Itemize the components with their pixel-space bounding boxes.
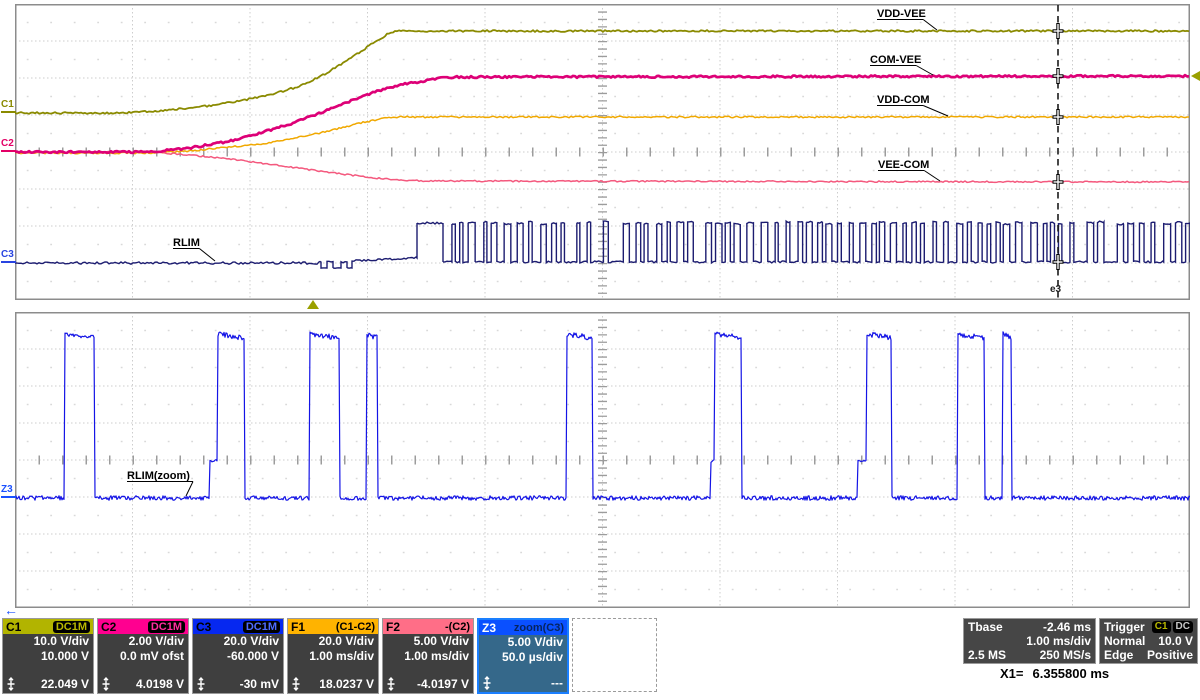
channel-coupling-tag: DC1M (148, 621, 185, 633)
trigger-title: Trigger (1104, 620, 1145, 634)
cursor-marker-icon (101, 677, 111, 691)
timebase-samples: 2.5 MS (968, 648, 1006, 662)
channel-name: C2 (101, 620, 116, 634)
channel-coupling-tag: (C1-C2) (336, 621, 375, 633)
channel-name: Z3 (482, 621, 496, 635)
cursor-x1-value: 6.355800 ms (1033, 666, 1110, 681)
empty-descriptor-slot[interactable] (572, 618, 657, 692)
cursor-marker-icon (6, 677, 16, 691)
channel-coupling-tag: DC1M (53, 621, 90, 633)
channel-box-header: C1 DC1M (3, 619, 93, 634)
channel-box-header: C3 DC1M (193, 619, 283, 634)
channel-box-f1[interactable]: F1 (C1-C2)20.0 V/div1.00 ms/div 18.0237 V (287, 618, 379, 694)
margin-label-text: Z3 (1, 484, 13, 495)
channel-name: F2 (386, 620, 400, 634)
timebase-title: Tbase (968, 620, 1003, 634)
channel-name: C3 (196, 620, 211, 634)
channel-box-header: F1 (C1-C2) (288, 619, 378, 634)
timebase-scale: 1.00 ms/div (1026, 634, 1091, 648)
channel-cursor-value: 4.0198 V (136, 677, 184, 691)
channel-setting-2: 10.000 V (3, 649, 93, 664)
trigger-box[interactable]: Trigger C1 DC Normal 10.0 V Edge Positiv… (1099, 618, 1198, 664)
channel-setting-2: 1.00 ms/div (383, 649, 473, 664)
channel-box-c2[interactable]: C2 DC1M2.00 V/div0.0 mV ofst 4.0198 V (97, 618, 189, 694)
channel-cursor-value: -4.0197 V (417, 677, 469, 691)
oscilloscope-screen: e3 VDD-VEE COM-VEE VDD-COM VEE-COM RLIM RLIM(… (0, 0, 1200, 700)
cursor-x1-label: X1= (1000, 666, 1024, 681)
channel-cursor-value: -30 mV (240, 677, 279, 691)
trigger-mode: Normal (1104, 634, 1145, 648)
margin-label-c2[interactable]: C2 (1, 139, 16, 152)
channel-setting-2: 0.0 mV ofst (98, 649, 188, 664)
trace-position-bar (1, 150, 16, 152)
channel-setting-1: 20.0 V/div (193, 634, 283, 649)
timebase-box[interactable]: Tbase -2.46 ms 1.00 ms/div 2.5 MS 250 MS… (963, 618, 1096, 664)
channel-box-header: Z3 zoom(C3) (479, 620, 567, 635)
channel-coupling-tag: -(C2) (445, 621, 470, 633)
bottom-graticule: RLIM(zoom) (15, 312, 1190, 608)
channel-box-f2[interactable]: F2 -(C2)5.00 V/div1.00 ms/div -4.0197 V (382, 618, 474, 694)
cursor-marker-icon (291, 677, 301, 691)
trigger-coupling-badge: DC (1173, 621, 1193, 633)
channel-cursor-row: --- (482, 676, 563, 690)
channel-cursor-value: --- (551, 676, 563, 690)
margin-label-text: C2 (1, 138, 14, 149)
cursor-marker-icon (386, 677, 396, 691)
cursor-x1-readout: X1= 6.355800 ms (1000, 666, 1109, 681)
channel-coupling-tag: DC1M (243, 621, 280, 633)
margin-label-c3[interactable]: C3 (1, 250, 16, 263)
margin-label-c1[interactable]: C1 (1, 100, 16, 113)
channel-box-c1[interactable]: C1 DC1M10.0 V/div10.000 V 22.049 V (2, 618, 94, 694)
cursor-marker-icon (482, 676, 492, 690)
timebase-rate: 250 MS/s (1040, 648, 1091, 662)
trace-position-bar (1, 111, 16, 113)
trace-label-vdd-vee: VDD-VEE (877, 8, 926, 20)
channel-setting-2: 50.0 µs/div (479, 650, 567, 665)
trigger-level: 10.0 V (1158, 634, 1193, 648)
margin-label-z3[interactable]: Z3 (1, 485, 16, 498)
trigger-delay-marker-icon[interactable] (307, 300, 319, 309)
channel-cursor-row: 22.049 V (6, 677, 89, 691)
trigger-slope: Positive (1147, 648, 1193, 662)
channel-cursor-row: -30 mV (196, 677, 279, 691)
trace-label-rlim: RLIM (173, 237, 200, 249)
channel-box-header: F2 -(C2) (383, 619, 473, 634)
channel-cursor-value: 18.0237 V (319, 677, 374, 691)
channel-box-c3[interactable]: C3 DC1M20.0 V/div-60.000 V -30 mV (192, 618, 284, 694)
channel-setting-2: 1.00 ms/div (288, 649, 378, 664)
trigger-source-badge: C1 (1152, 621, 1171, 633)
channel-setting-1: 2.00 V/div (98, 634, 188, 649)
channel-cursor-row: 4.0198 V (101, 677, 184, 691)
channel-name: C1 (6, 620, 21, 634)
trigger-type: Edge (1104, 648, 1133, 662)
channel-coupling-tag: zoom(C3) (514, 622, 564, 634)
channel-setting-1: 20.0 V/div (288, 634, 378, 649)
channel-setting-2: -60.000 V (193, 649, 283, 664)
trigger-level-marker-icon[interactable] (1191, 71, 1200, 81)
channel-box-header: C2 DC1M (98, 619, 188, 634)
channel-setting-1: 5.00 V/div (479, 635, 567, 650)
cursor-marker-icon (196, 677, 206, 691)
margin-label-text: C3 (1, 249, 14, 260)
channel-name: F1 (291, 620, 305, 634)
trace-position-bar (1, 261, 16, 263)
margin-label-text: C1 (1, 99, 14, 110)
zoom-pan-arrow-icon[interactable]: ← (4, 602, 18, 618)
channel-setting-1: 10.0 V/div (3, 634, 93, 649)
timebase-delay: -2.46 ms (1043, 620, 1091, 634)
trace-label-vee-com: VEE-COM (878, 159, 929, 171)
trace-label-com-vee: COM-VEE (870, 54, 921, 66)
trace-position-bar (1, 496, 16, 498)
channel-cursor-row: 18.0237 V (291, 677, 374, 691)
trace-label-vdd-com: VDD-COM (877, 94, 930, 106)
channel-cursor-value: 22.049 V (41, 677, 89, 691)
x1-cursor-tag: e3 (1050, 284, 1062, 295)
channel-setting-1: 5.00 V/div (383, 634, 473, 649)
trace-label-rlim-zoom-: RLIM(zoom) (127, 470, 190, 482)
top-graticule: e3 VDD-VEE COM-VEE VDD-COM VEE-COM RLIM (15, 4, 1190, 300)
channel-cursor-row: -4.0197 V (386, 677, 469, 691)
channel-box-z3[interactable]: Z3 zoom(C3)5.00 V/div50.0 µs/div --- (477, 618, 569, 694)
